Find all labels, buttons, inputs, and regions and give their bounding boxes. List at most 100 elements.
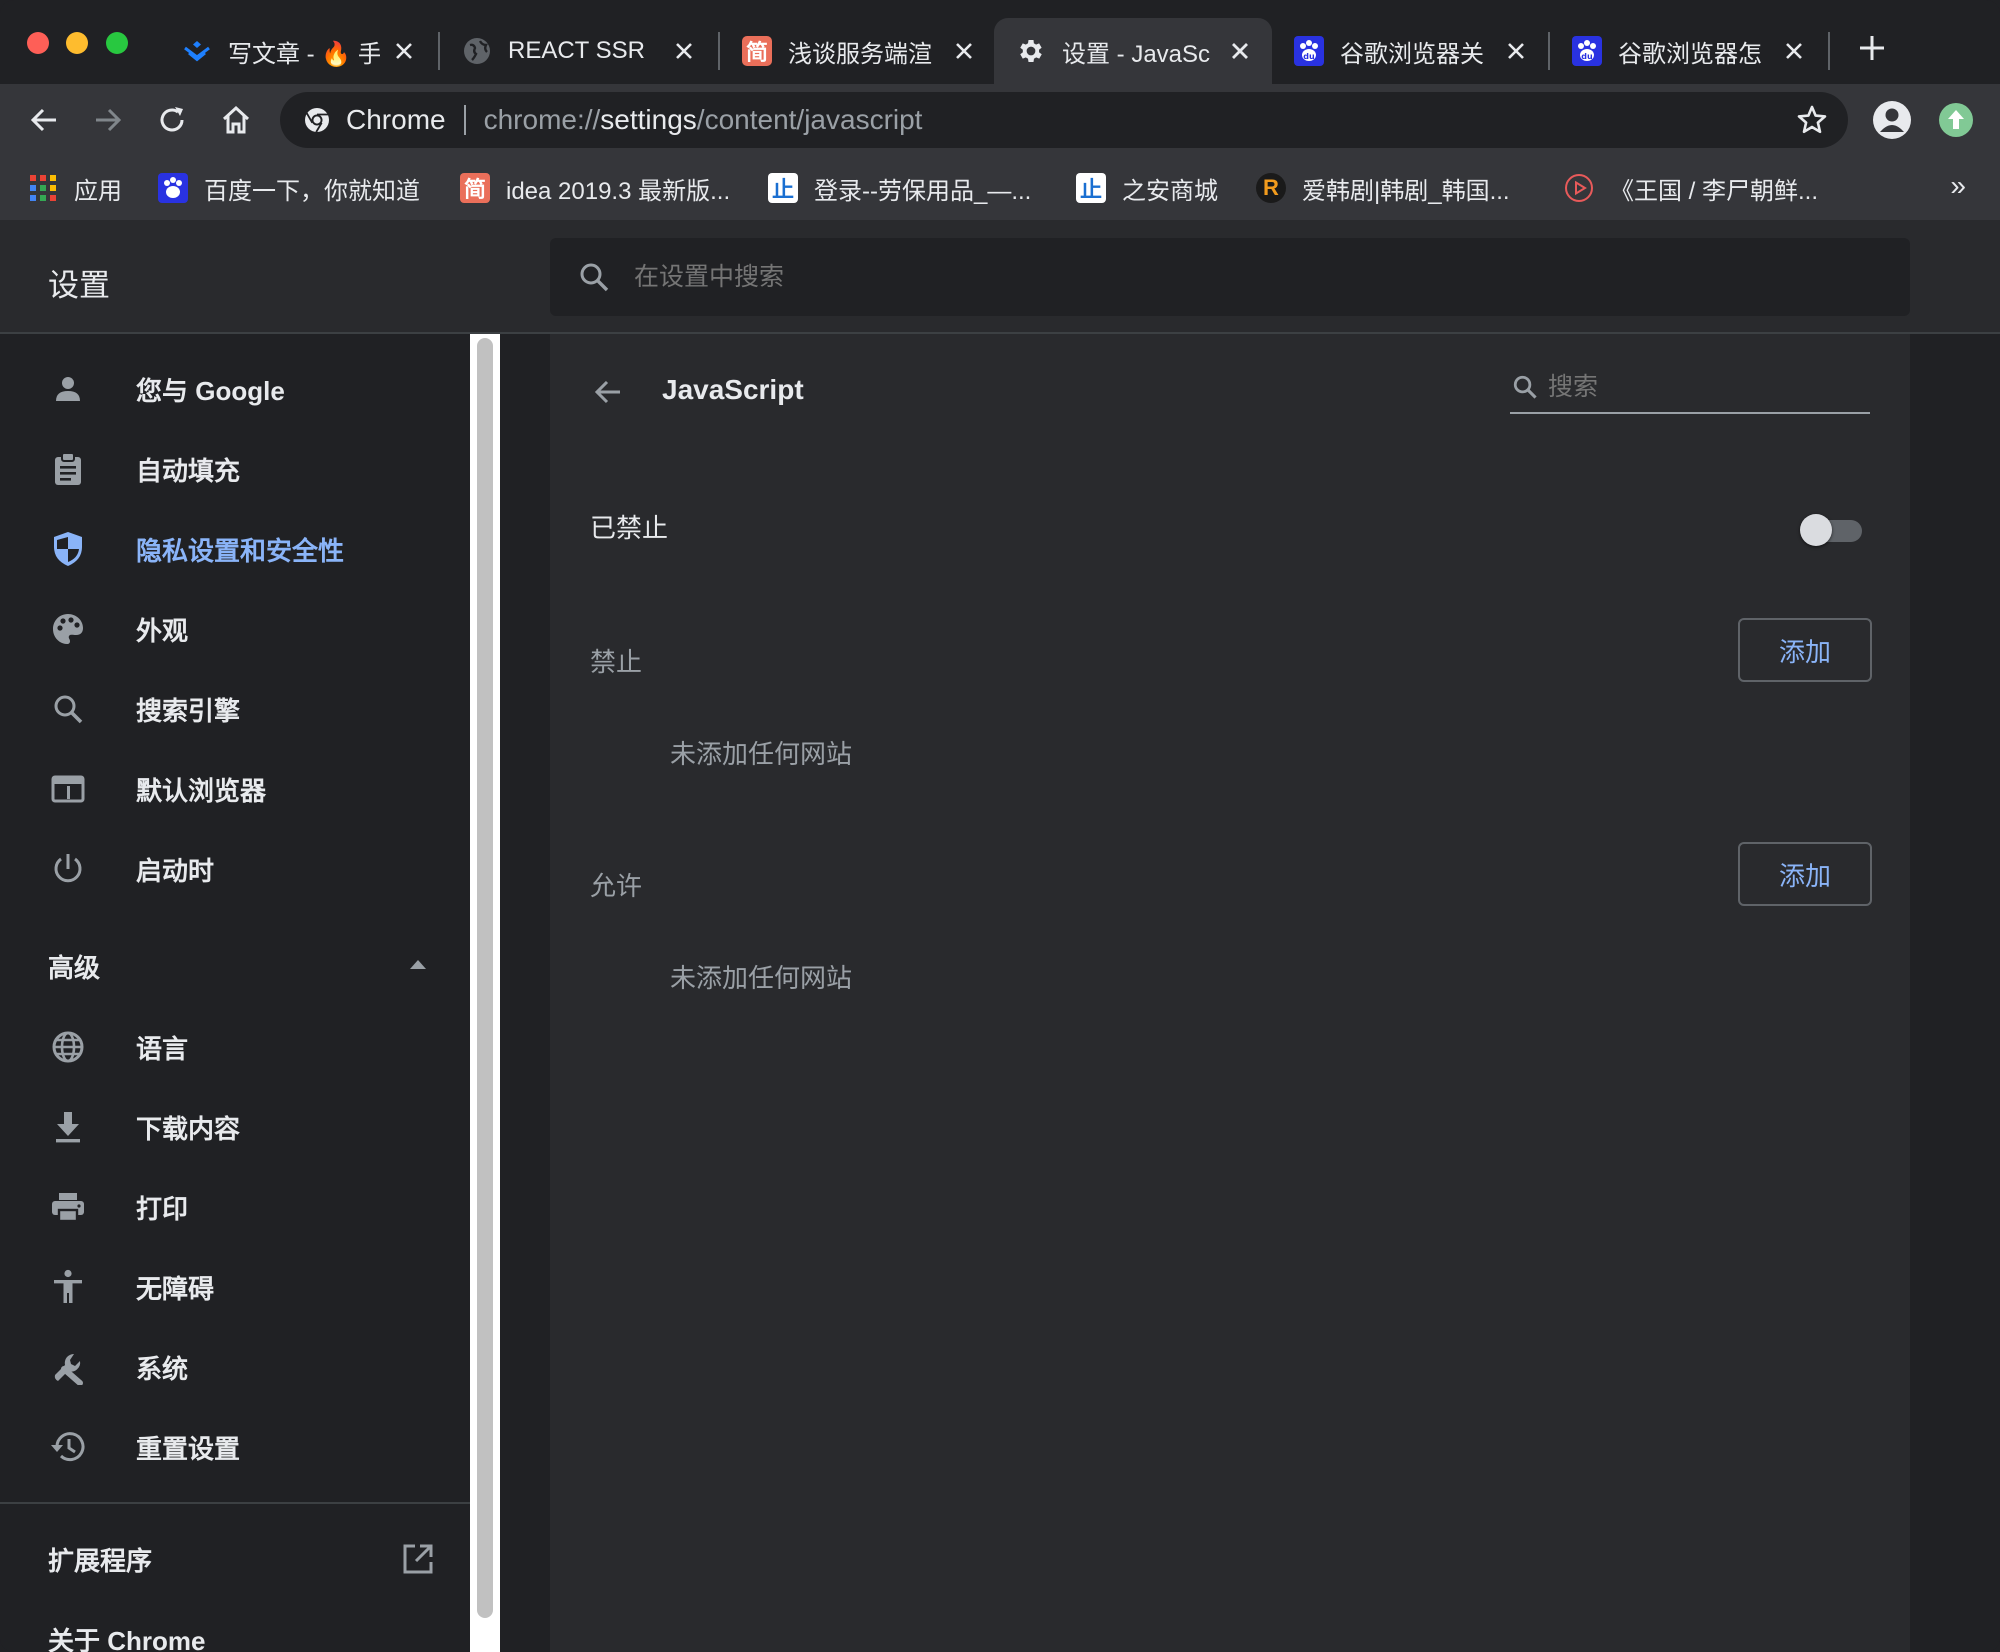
sidebar-item-label: 默认浏览器 [136, 775, 267, 806]
sidebar-item-on-startup[interactable]: 启动时 [0, 832, 470, 906]
bookmark-label: 应用 [74, 177, 122, 205]
tab-react-ssr[interactable]: REACT SSR [440, 18, 716, 84]
sidebar-item-you-and-google[interactable]: 您与 Google [0, 352, 470, 426]
sidebar-item-printing[interactable]: 打印 [0, 1170, 470, 1244]
browser-window: 写文章 - 🔥 手 REACT SSR 简 浅谈服务端渲 设置 - JavaSc [0, 0, 2000, 1652]
chrome-logo-icon [302, 105, 332, 135]
sidebar-item-accessibility[interactable]: 无障碍 [0, 1250, 470, 1324]
omnibox[interactable]: Chrome chrome://settings/content/javascr… [280, 92, 1848, 148]
tab-settings-javascript[interactable]: 设置 - JavaSc [994, 18, 1272, 84]
sidebar-item-downloads[interactable]: 下载内容 [0, 1090, 470, 1164]
bookmark-laobao[interactable]: 止 登录--劳保用品_—... [768, 164, 1031, 212]
account-circle-icon [1873, 101, 1911, 139]
bookmark-star-button[interactable] [1794, 102, 1830, 138]
sidebar-item-label: 您与 Google [136, 375, 285, 406]
svg-text:du: du [1581, 52, 1593, 61]
accessibility-icon [48, 1267, 88, 1307]
tab-juejin[interactable]: 写文章 - 🔥 手 [160, 18, 436, 84]
sidebar-item-privacy-security[interactable]: 隐私设置和安全性 [0, 512, 470, 586]
sidebar-item-label: 扩展程序 [48, 1545, 153, 1576]
sidebar-item-languages[interactable]: 语言 [0, 1010, 470, 1084]
sidebar-item-label: 启动时 [136, 855, 215, 886]
back-button[interactable] [24, 100, 64, 140]
download-icon [48, 1107, 88, 1147]
tab-baidu-1[interactable]: du 谷歌浏览器关 [1272, 18, 1548, 84]
bookmark-apps[interactable]: 应用 [28, 164, 122, 212]
home-button[interactable] [216, 100, 256, 140]
close-icon[interactable] [950, 37, 978, 65]
bookmark-aihanju[interactable]: R 爱韩剧|韩剧_韩国... [1256, 164, 1510, 212]
window-minimize-button[interactable] [66, 32, 88, 54]
r-logo-icon: R [1256, 173, 1286, 203]
sidebar-item-search-engine[interactable]: 搜索引擎 [0, 672, 470, 746]
back-arrow-button[interactable] [588, 372, 628, 412]
reload-icon [160, 107, 184, 132]
bookmark-label: 《王国 / 李尸朝鲜... [1610, 177, 1819, 205]
bookmarks-bar: 应用 百度一下，你就知道 简 idea 2019.3 最新版... 止 登录--… [0, 156, 2000, 220]
allowed-empty-text: 未添加任何网站 [670, 963, 853, 993]
sidebar-item-default-browser[interactable]: 默认浏览器 [0, 752, 470, 826]
update-arrow-icon [1939, 103, 1973, 137]
close-icon[interactable] [1226, 37, 1254, 65]
bookmark-zhian[interactable]: 止 之安商城 [1076, 164, 1218, 212]
sidebar-item-system[interactable]: 系统 [0, 1330, 470, 1404]
sidebar-item-extensions[interactable]: 扩展程序 [0, 1522, 470, 1596]
window-close-button[interactable] [27, 32, 49, 54]
settings-search-input[interactable] [634, 262, 1834, 292]
tab-strip: 写文章 - 🔥 手 REACT SSR 简 浅谈服务端渲 设置 - JavaSc [0, 0, 2000, 84]
sidebar-item-autofill[interactable]: 自动填充 [0, 432, 470, 506]
tab-title: 设置 - JavaSc [1062, 40, 1211, 68]
close-icon[interactable] [670, 37, 698, 65]
person-icon [48, 369, 88, 409]
settings-sidebar: 您与 Google 自动填充 隐私设置和安全性 外观 搜索引擎 默认浏览器 启动… [0, 334, 470, 1652]
sidebar-item-appearance[interactable]: 外观 [0, 592, 470, 666]
tab-baidu-2[interactable]: du 谷歌浏览器怎 [1550, 18, 1826, 84]
sidebar-item-label: 隐私设置和安全性 [136, 535, 345, 566]
page-title: JavaScript [662, 374, 804, 405]
sidebar-advanced-label: 高级 [48, 953, 101, 983]
page-search-box[interactable] [1510, 362, 1870, 414]
tab-title: 谷歌浏览器关 [1340, 40, 1484, 68]
bookmark-kingdom[interactable]: 《王国 / 李尸朝鲜... [1564, 164, 1818, 212]
sidebar-scrollbar-thumb[interactable] [477, 338, 493, 1618]
palette-icon [48, 609, 88, 649]
caret-up-icon [404, 950, 432, 978]
bookmark-baidu[interactable]: 百度一下，你就知道 [158, 164, 420, 212]
sidebar-item-label: 搜索引擎 [136, 695, 241, 726]
close-icon[interactable] [1780, 37, 1808, 65]
sidebar-item-about-chrome[interactable]: 关于 Chrome [0, 1602, 470, 1652]
settings-header: 设置 [0, 220, 2000, 334]
allowed-section-label: 允许 [590, 871, 643, 901]
arrow-left-icon [30, 108, 56, 132]
url-host: settings [600, 104, 697, 135]
sidebar-advanced-toggle[interactable]: 高级 [0, 926, 470, 1000]
bookmark-idea[interactable]: 简 idea 2019.3 最新版... [460, 164, 730, 212]
sidebar-item-label: 语言 [136, 1033, 189, 1064]
close-icon[interactable] [1502, 37, 1530, 65]
reload-button[interactable] [152, 100, 192, 140]
update-button[interactable] [1936, 100, 1976, 140]
browser-window-icon [48, 769, 88, 809]
add-blocked-site-button[interactable]: 添加 [1738, 618, 1872, 682]
page-search-input[interactable] [1548, 372, 1848, 402]
window-zoom-button[interactable] [106, 32, 128, 54]
settings-title: 设置 [48, 268, 110, 303]
tab-jianshu[interactable]: 简 浅谈服务端渲 [720, 18, 996, 84]
bookmark-label: 之安商城 [1122, 177, 1218, 205]
settings-search-box[interactable] [550, 238, 1910, 316]
url-scheme: chrome:// [483, 104, 601, 135]
add-allowed-site-button[interactable]: 添加 [1738, 842, 1872, 906]
tab-title: 写文章 - 🔥 手 [228, 40, 380, 68]
new-tab-button[interactable] [1854, 30, 1890, 66]
close-icon[interactable] [390, 37, 418, 65]
shield-icon [48, 529, 88, 569]
bookmarks-overflow-button[interactable]: » [1950, 170, 1966, 202]
blocked-section-label: 禁止 [590, 647, 643, 677]
profile-button[interactable] [1872, 100, 1912, 140]
printer-icon [48, 1187, 88, 1227]
forward-button[interactable] [88, 100, 128, 140]
toggle-knob [1800, 514, 1832, 546]
javascript-toggle[interactable] [1800, 512, 1864, 546]
sidebar-item-reset[interactable]: 重置设置 [0, 1410, 470, 1484]
jianshu-logo-icon: 简 [460, 173, 490, 203]
